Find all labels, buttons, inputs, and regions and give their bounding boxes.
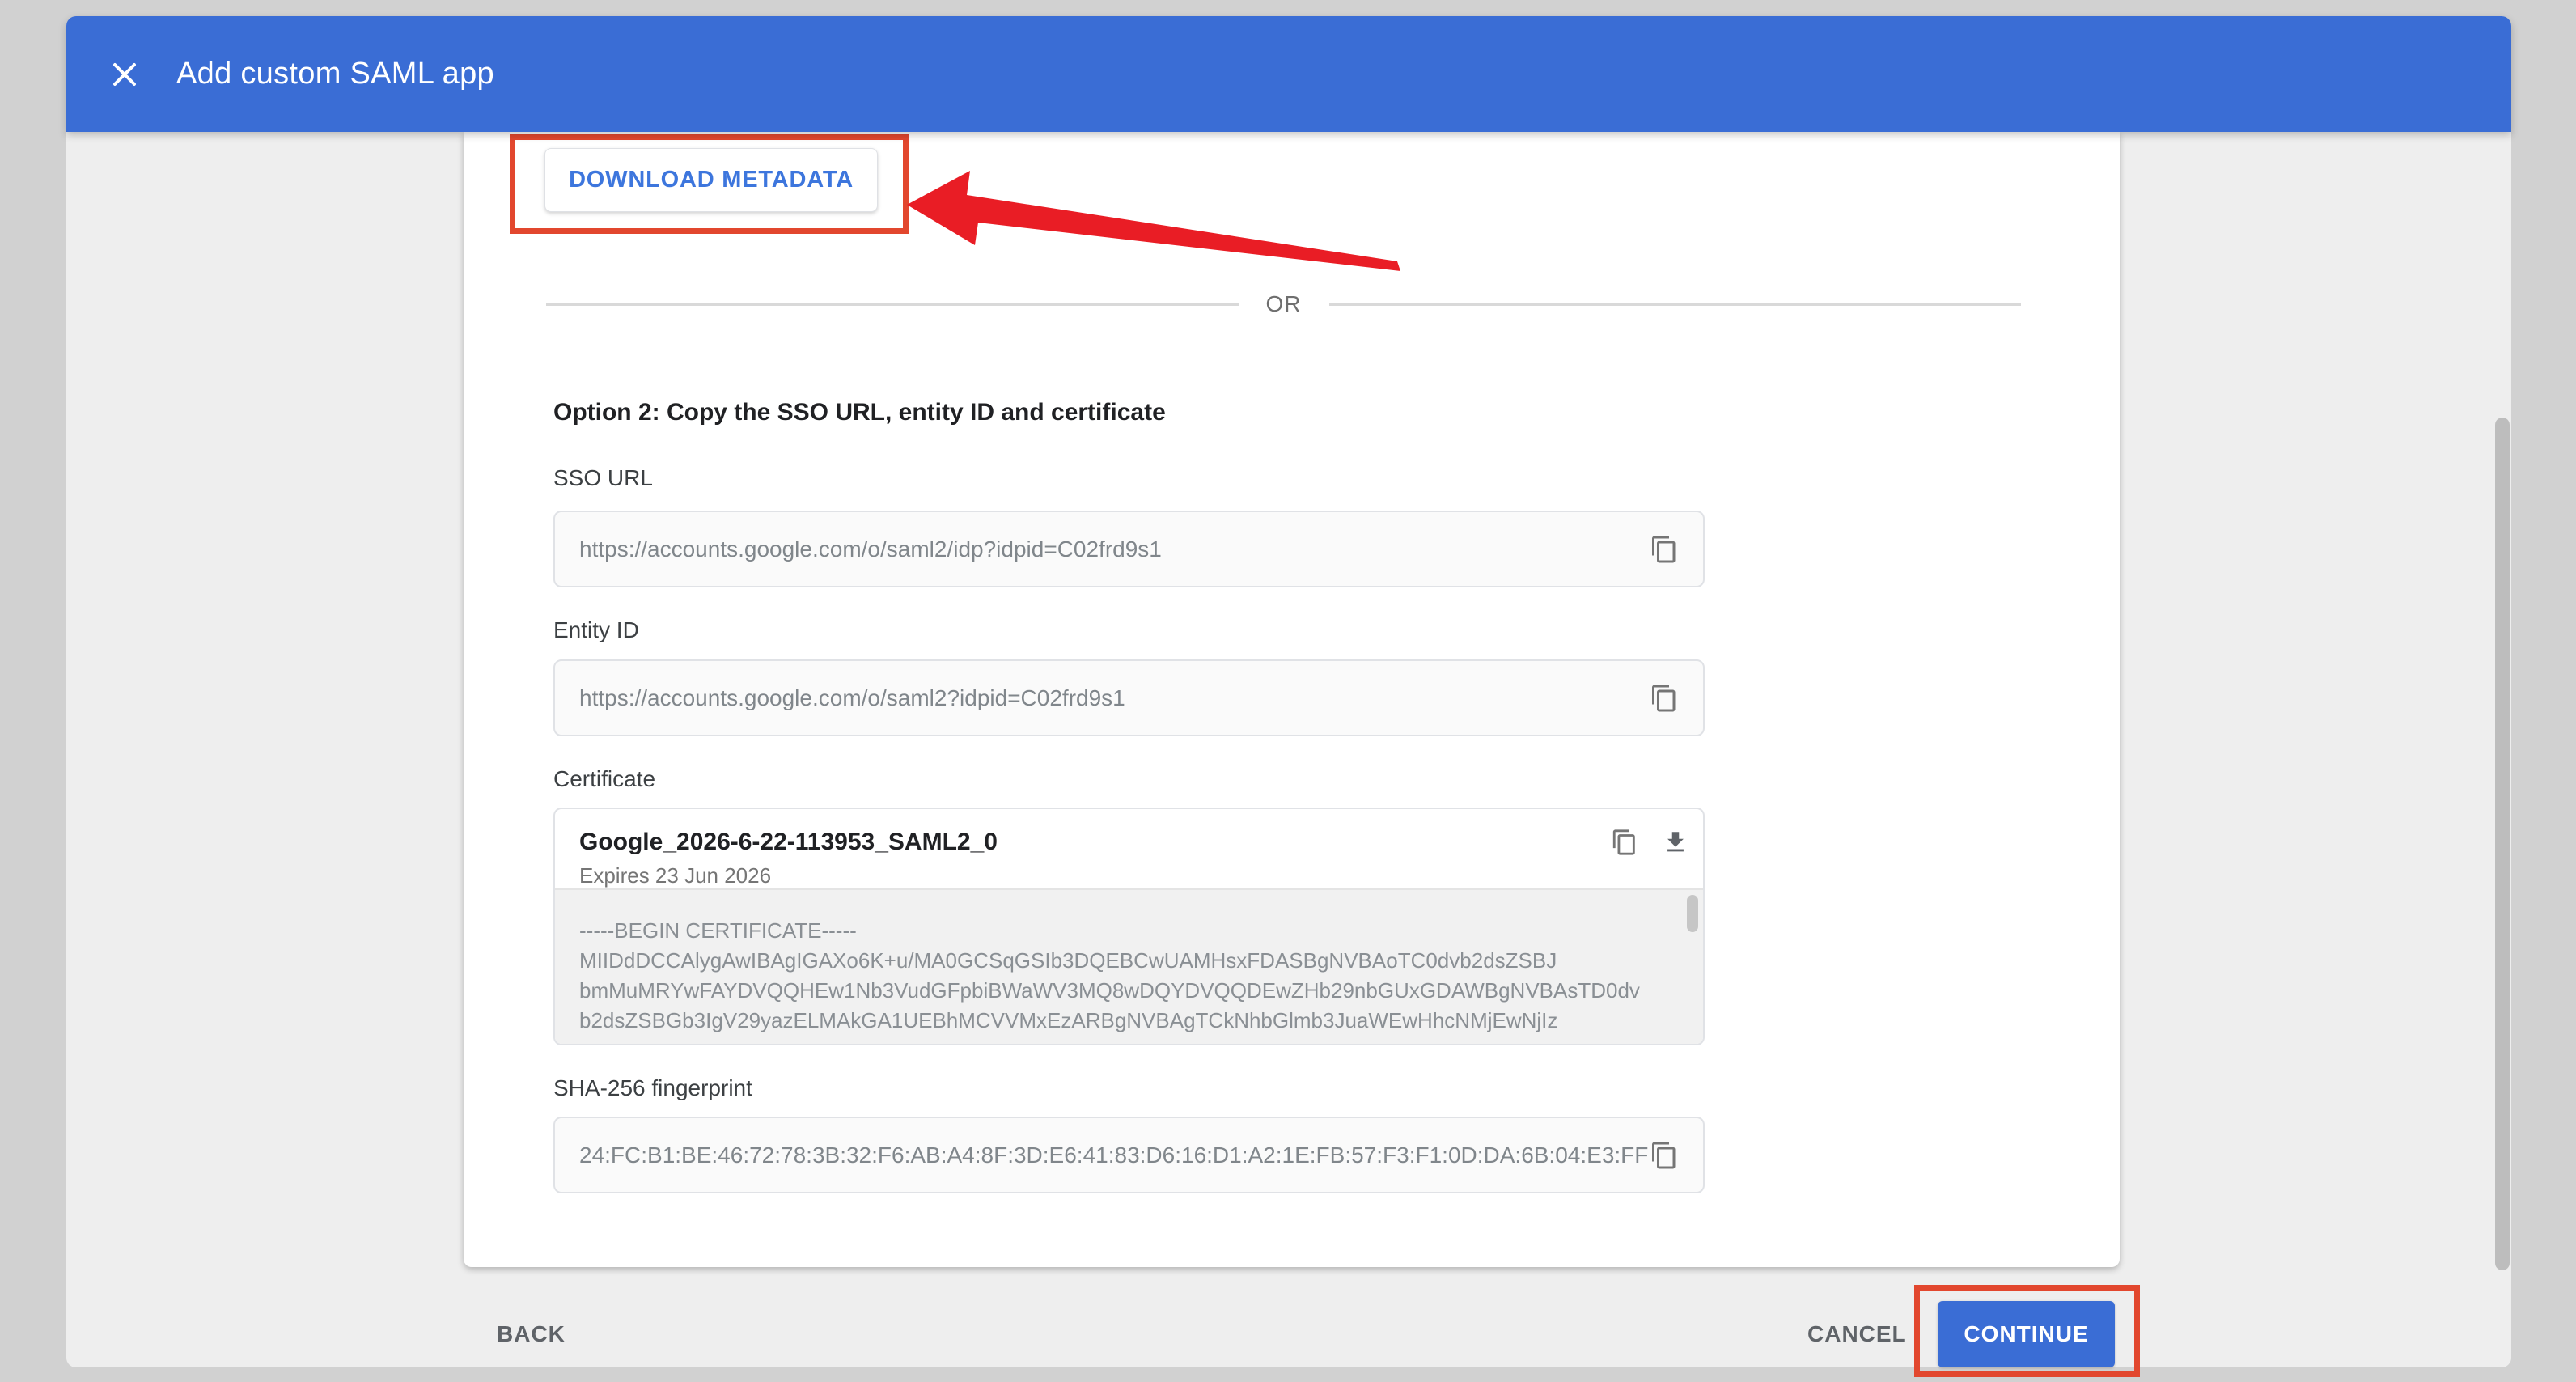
dialog-header: Add custom SAML app: [66, 16, 2511, 132]
certificate-scrollbar-thumb[interactable]: [1687, 895, 1698, 932]
copy-icon: [1650, 1141, 1679, 1170]
add-custom-saml-app-dialog: Add custom SAML app DOWNLOAD METADATA OR…: [66, 16, 2511, 1367]
sso-url-label: SSO URL: [553, 465, 653, 491]
dialog-footer: BACK CANCEL CONTINUE: [66, 1267, 2511, 1367]
pem-line: bmMuMRYwFAYDVQQHEw1Nb3VudGFpbiBWaWV3MQ8w…: [579, 976, 1658, 1006]
annotation-rect-continue: [1914, 1285, 2140, 1377]
copy-icon: [1611, 829, 1638, 856]
annotation-rect-download-metadata: [510, 134, 909, 234]
sso-url-value: https://accounts.google.com/o/saml2/idp?…: [579, 536, 1162, 562]
certificate-header: Google_2026-6-22-113953_SAML2_0 Expires …: [555, 809, 1703, 888]
dialog-title: Add custom SAML app: [176, 57, 494, 91]
sha256-label: SHA-256 fingerprint: [553, 1075, 752, 1101]
certificate-copy-button[interactable]: [1611, 829, 1638, 856]
pem-line: MIIDdDCCAlygAwIBAgIGAXo6K+u/MA0GCSqGSIb3…: [579, 946, 1658, 976]
pem-line: -----BEGIN CERTIFICATE-----: [579, 916, 1658, 946]
cancel-button[interactable]: CANCEL: [1807, 1301, 1907, 1367]
certificate-name: Google_2026-6-22-113953_SAML2_0: [579, 829, 1703, 856]
sha256-field: 24:FC:B1:BE:46:72:78:3B:32:F6:AB:A4:8F:3…: [553, 1117, 1705, 1193]
certificate-card: Google_2026-6-22-113953_SAML2_0 Expires …: [553, 808, 1705, 1045]
close-button[interactable]: [102, 52, 147, 97]
copy-icon: [1650, 535, 1679, 564]
content-card: DOWNLOAD METADATA OR Option 2: Copy the …: [464, 132, 2120, 1267]
option2-heading: Option 2: Copy the SSO URL, entity ID an…: [553, 399, 1166, 426]
back-button[interactable]: BACK: [497, 1301, 566, 1367]
entity-id-field: https://accounts.google.com/o/saml2?idpi…: [553, 659, 1705, 736]
entity-id-value: https://accounts.google.com/o/saml2?idpi…: [579, 685, 1125, 711]
divider-line-right: [1329, 303, 2022, 306]
download-icon: [1662, 829, 1689, 856]
divider-label: OR: [1266, 291, 1302, 317]
sha256-value: 24:FC:B1:BE:46:72:78:3B:32:F6:AB:A4:8F:3…: [579, 1142, 1648, 1168]
annotation-arrow: [900, 164, 1410, 286]
certificate-expiry: Expires 23 Jun 2026: [579, 863, 1703, 888]
certificate-download-button[interactable]: [1662, 829, 1689, 856]
close-icon: [110, 60, 139, 89]
certificate-label: Certificate: [553, 766, 655, 792]
certificate-pem-block: -----BEGIN CERTIFICATE----- MIIDdDCCAlyg…: [555, 888, 1703, 1044]
or-divider: OR: [546, 288, 2021, 320]
sso-url-field: https://accounts.google.com/o/saml2/idp?…: [553, 511, 1705, 587]
divider-line-left: [546, 303, 1239, 306]
entity-id-copy-button[interactable]: [1650, 684, 1679, 713]
copy-icon: [1650, 684, 1679, 713]
sso-url-copy-button[interactable]: [1650, 535, 1679, 564]
sha256-copy-button[interactable]: [1650, 1141, 1679, 1170]
pem-line: b2dsZSBGb3IgV29yazELMAkGA1UEBhMCVVMxEzAR…: [579, 1006, 1658, 1036]
dialog-scrollbar-thumb[interactable]: [2495, 418, 2510, 1270]
entity-id-label: Entity ID: [553, 617, 639, 643]
